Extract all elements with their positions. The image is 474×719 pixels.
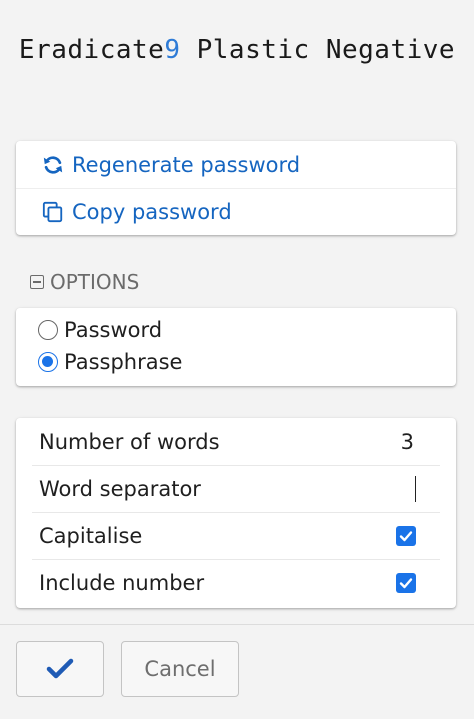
footer-divider	[0, 624, 474, 625]
checkmark-icon	[399, 531, 413, 542]
capitalise-label: Capitalise	[39, 524, 143, 548]
options-toggle[interactable]: OPTIONS	[30, 270, 139, 294]
word-separator-label: Word separator	[39, 477, 201, 501]
password-digit: 9	[164, 35, 181, 65]
type-selector-card: Password Passphrase	[16, 308, 456, 386]
text-cursor	[414, 476, 416, 502]
passphrase-radio-label: Passphrase	[64, 350, 183, 374]
include-number-checkbox[interactable]	[396, 573, 416, 593]
passphrase-radio[interactable]	[38, 352, 58, 372]
passphrase-settings-card: Number of words 3 Word separator Capital…	[16, 418, 456, 608]
capitalise-checkbox[interactable]	[396, 526, 416, 546]
password-radio[interactable]	[38, 320, 58, 340]
actions-card: Regenerate password Copy password	[16, 141, 456, 235]
password-text-part1: Eradicate	[18, 35, 165, 65]
copy-icon	[42, 201, 63, 223]
generated-password: Eradicate9 Plastic Negative	[14, 30, 460, 70]
copy-password-button[interactable]: Copy password	[16, 188, 456, 235]
collapse-icon	[30, 275, 44, 289]
word-separator-input[interactable]	[414, 476, 416, 502]
password-text-part2: Plastic Negative	[180, 35, 456, 65]
include-number-row: Include number	[32, 559, 440, 606]
type-option-passphrase[interactable]: Passphrase	[16, 346, 456, 378]
capitalise-row: Capitalise	[32, 512, 440, 559]
options-header-label: OPTIONS	[50, 270, 140, 294]
include-number-label: Include number	[39, 571, 205, 595]
confirm-button[interactable]	[16, 641, 104, 697]
number-of-words-label: Number of words	[39, 429, 220, 454]
type-option-password[interactable]: Password	[16, 314, 456, 346]
checkmark-icon	[46, 658, 74, 679]
number-of-words-input[interactable]: 3	[401, 430, 414, 454]
word-separator-row: Word separator	[32, 465, 440, 512]
checkmark-icon	[399, 578, 413, 589]
password-radio-label: Password	[64, 318, 163, 342]
number-of-words-row: Number of words 3	[32, 418, 440, 465]
refresh-icon	[43, 155, 63, 174]
cancel-button[interactable]: Cancel	[121, 641, 239, 697]
regenerate-password-label: Regenerate password	[72, 152, 301, 177]
copy-password-label: Copy password	[72, 200, 232, 224]
regenerate-password-button[interactable]: Regenerate password	[16, 141, 456, 188]
